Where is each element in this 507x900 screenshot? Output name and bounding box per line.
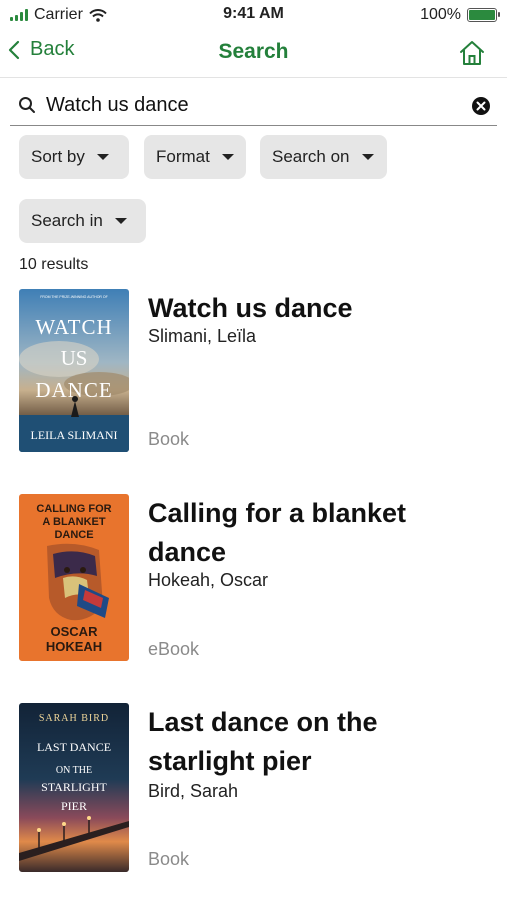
cover-title-line: ON THE — [56, 765, 92, 776]
battery-fill — [469, 10, 495, 20]
caret-down-icon — [361, 154, 374, 160]
result-title[interactable]: Calling for a blanket dance — [148, 494, 478, 572]
cover-author: LEILA SLIMANI — [31, 428, 118, 442]
battery-icon — [467, 8, 500, 22]
status-bar: Carrier 9:41 AM 100% — [0, 0, 507, 30]
sort-by-label: Sort by — [31, 147, 85, 166]
cover-title-line: DANCE — [35, 378, 112, 402]
search-bar — [10, 86, 497, 126]
cover-title-line: DANCE — [54, 529, 93, 541]
caret-down-icon — [96, 154, 109, 160]
cover-title-line: LAST DANCE — [37, 740, 111, 754]
cover-author: SARAH BIRD — [39, 713, 109, 724]
cover-title-line: WATCH — [35, 315, 112, 339]
status-right: 100% — [420, 6, 500, 24]
result-item[interactable]: SARAH BIRD LAST DANCE ON THE STARLIGHT P… — [19, 703, 489, 873]
result-item[interactable]: FROM THE PRIZE-WINNING AUTHOR OF WATCH U… — [19, 289, 489, 454]
cover-top-text: FROM THE PRIZE-WINNING AUTHOR OF — [40, 295, 108, 299]
result-format: eBook — [148, 639, 200, 659]
book-cover[interactable]: CALLING FOR A BLANKET DANCE OSCAR HOKEAH — [19, 494, 129, 661]
clear-icon[interactable] — [471, 96, 491, 116]
result-title[interactable]: Watch us dance — [148, 289, 478, 328]
results-count: 10 results — [19, 256, 89, 273]
search-on-dropdown[interactable]: Search on — [260, 135, 387, 179]
page-title: Search — [218, 40, 289, 63]
result-author: Slimani, Leïla — [148, 326, 257, 346]
cover-art-watch-us-dance: FROM THE PRIZE-WINNING AUTHOR OF WATCH U… — [19, 289, 129, 452]
result-author: Bird, Sarah — [148, 781, 239, 801]
cover-art-last-dance-on-the-starlight-pier: SARAH BIRD LAST DANCE ON THE STARLIGHT P… — [19, 703, 129, 872]
search-icon — [19, 97, 35, 113]
result-format: Book — [148, 429, 190, 449]
nav-bar: Back Search — [0, 30, 507, 78]
caret-down-icon — [114, 218, 127, 224]
format-label: Format — [156, 147, 210, 166]
result-format: Book — [148, 849, 190, 869]
cover-title-line: A BLANKET — [42, 516, 105, 528]
search-on-label: Search on — [272, 147, 350, 166]
home-icon[interactable] — [457, 38, 487, 68]
result-item[interactable]: CALLING FOR A BLANKET DANCE OSCAR HOKEAH… — [19, 494, 489, 662]
search-in-label: Search in — [31, 211, 103, 230]
cover-title-line: STARLIGHT — [41, 780, 107, 794]
book-cover[interactable]: SARAH BIRD LAST DANCE ON THE STARLIGHT P… — [19, 703, 129, 872]
caret-down-icon — [221, 154, 234, 160]
cover-author-line: HOKEAH — [46, 639, 102, 654]
book-cover[interactable]: FROM THE PRIZE-WINNING AUTHOR OF WATCH U… — [19, 289, 129, 452]
result-title[interactable]: Last dance on the starlight pier — [148, 703, 478, 781]
battery-percent: 100% — [420, 6, 461, 23]
search-input[interactable] — [46, 90, 456, 120]
cover-title-line: PIER — [61, 799, 87, 813]
result-author: Hokeah, Oscar — [148, 570, 269, 590]
cover-title-line: CALLING FOR — [36, 503, 111, 515]
cover-title-line: US — [61, 346, 88, 370]
cover-art-calling-for-a-blanket-dance: CALLING FOR A BLANKET DANCE OSCAR HOKEAH — [19, 494, 129, 661]
search-in-dropdown[interactable]: Search in — [19, 199, 146, 243]
cover-author-line: OSCAR — [51, 624, 99, 639]
format-dropdown[interactable]: Format — [144, 135, 246, 179]
sort-by-dropdown[interactable]: Sort by — [19, 135, 129, 179]
